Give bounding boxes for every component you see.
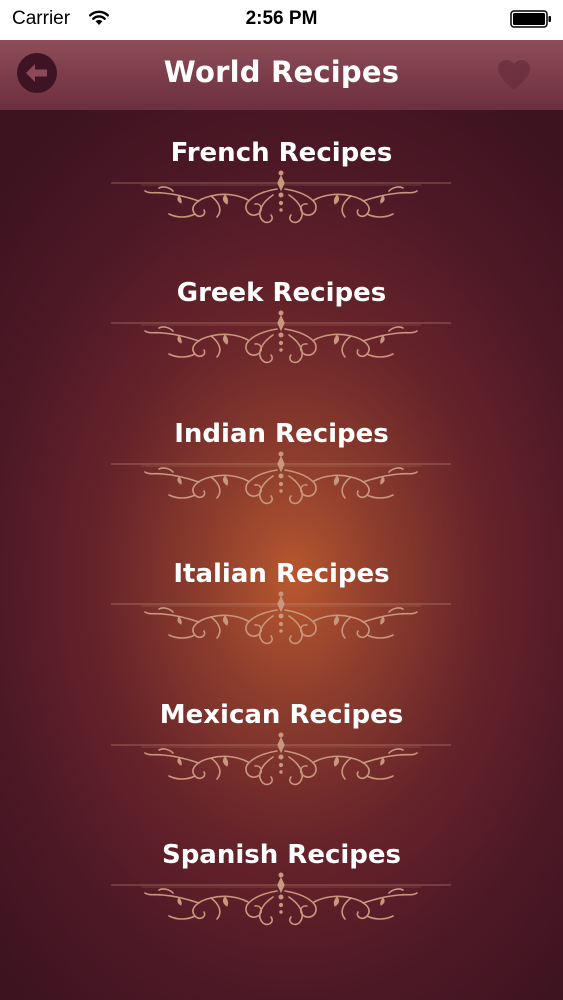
recipe-label: Greek Recipes [176,278,387,308]
nav-bar-scalloped-edge [0,104,563,110]
recipe-label: Mexican Recipes [159,700,404,730]
recipe-label: Spanish Recipes [161,840,402,870]
recipe-label: French Recipes [170,138,393,168]
recipe-item-greek[interactable]: Greek Recipes [0,256,563,376]
recipe-label: Indian Recipes [174,419,389,449]
status-time: 2:56 PM [245,8,318,29]
divider-ornament [111,872,451,926]
recipe-item-french[interactable]: French Recipes [0,116,563,236]
page-title: World Recipes [163,55,400,89]
heart-icon [498,60,530,90]
favorites-button[interactable] [494,56,534,94]
divider-ornament [111,310,451,364]
recipe-item-indian[interactable]: Indian Recipes [0,397,563,517]
divider-ornament [111,591,451,645]
recipe-item-spanish[interactable]: Spanish Recipes [0,818,563,938]
recipe-item-italian[interactable]: Italian Recipes [0,537,563,657]
recipe-label: Italian Recipes [173,559,390,589]
divider-ornament [111,732,451,786]
divider-ornament [111,170,451,224]
divider-ornament [111,451,451,505]
status-bar: Carrier 2:56 PM [0,0,563,40]
recipe-item-mexican[interactable]: Mexican Recipes [0,678,563,798]
battery-icon [510,10,551,28]
